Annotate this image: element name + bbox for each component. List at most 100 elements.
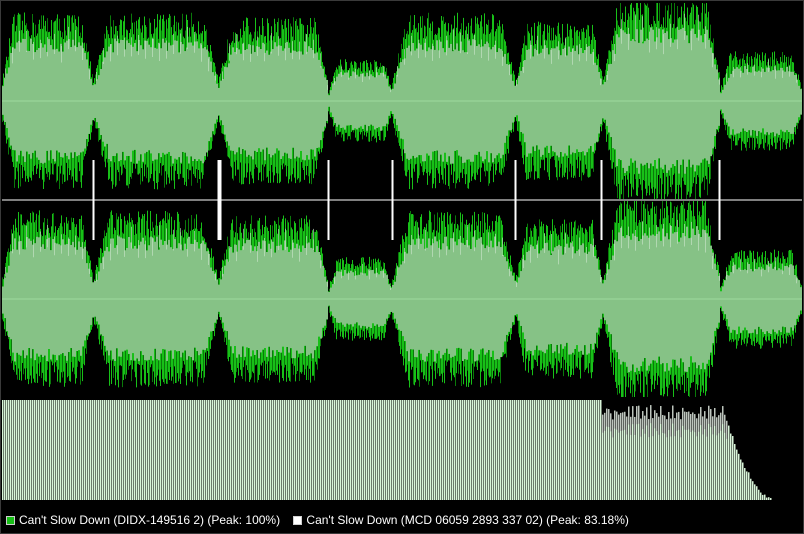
waveform-overlap-column	[212, 270, 214, 331]
histogram-bar	[190, 400, 192, 500]
histogram-bar	[452, 400, 454, 500]
waveform-overlap-column	[50, 250, 52, 360]
histogram-bar-peak	[674, 418, 676, 437]
waveform-overlap-column	[756, 71, 758, 136]
histogram-bar	[294, 400, 296, 500]
histogram-bar	[352, 400, 354, 500]
waveform-overlap-column	[466, 239, 468, 360]
histogram-bar	[514, 400, 516, 500]
waveform-overlap-column	[436, 40, 438, 151]
histogram-bar	[266, 400, 268, 500]
waveform-overlap-column	[648, 40, 650, 169]
waveform-overlap-column	[518, 75, 520, 122]
waveform-overlap-column	[304, 248, 306, 346]
histogram-bar	[48, 400, 50, 500]
histogram-bar	[402, 400, 404, 500]
histogram-bar	[188, 400, 190, 500]
waveform-overlap-column	[182, 44, 184, 152]
histogram-bar	[76, 400, 78, 500]
waveform-overlap-column	[406, 47, 408, 159]
waveform-overlap-column	[188, 42, 190, 164]
waveform-overlap-column	[30, 240, 32, 359]
waveform-overlap-column	[498, 241, 500, 360]
waveform-overlap-column	[776, 70, 778, 134]
waveform-overlap-column	[668, 239, 670, 371]
waveform-overlap-column	[714, 64, 716, 137]
histogram-bar	[96, 400, 98, 500]
histogram-bar	[322, 400, 324, 500]
waveform-comparison-panel: Can't Slow Down (DIDX-149516 2) (Peak: 1…	[0, 0, 804, 534]
waveform-overlap-column	[64, 244, 66, 356]
waveform-overlap-column	[730, 73, 732, 135]
waveform-overlap-column	[604, 279, 606, 321]
waveform-overlap-column	[528, 250, 530, 351]
waveform-overlap-column	[522, 66, 524, 134]
waveform-overlap-column	[456, 245, 458, 349]
histogram-bar	[354, 400, 356, 500]
waveform-overlap-column	[482, 46, 484, 162]
waveform-overlap-column	[124, 250, 126, 351]
waveform-overlap-column	[580, 48, 582, 153]
histogram-bar	[480, 400, 482, 500]
waveform-overlap-column	[500, 49, 502, 159]
histogram-bar-peak	[698, 413, 700, 432]
histogram-bar-peak	[640, 418, 642, 437]
waveform-overlap-column	[538, 253, 540, 351]
waveform-overlap-column	[68, 239, 70, 353]
waveform-overlap-column	[576, 251, 578, 346]
waveform-overlap-column	[108, 251, 110, 356]
waveform-overlap-column	[298, 51, 300, 158]
waveform-overlap-column	[140, 45, 142, 155]
histogram-bar	[576, 400, 578, 500]
waveform-overlap-column	[764, 71, 766, 135]
waveform-overlap-column	[728, 275, 730, 327]
waveform-overlap-column	[354, 275, 356, 324]
waveform-overlap-column	[104, 250, 106, 346]
waveform-overlap-column	[180, 41, 182, 163]
waveform-overlap-column	[324, 276, 326, 326]
histogram-bar	[276, 400, 278, 500]
waveform-overlap-column	[718, 79, 720, 126]
waveform-overlap-column	[18, 241, 20, 355]
waveform-overlap-column	[112, 52, 114, 157]
waveform-overlap-column	[494, 44, 496, 159]
waveform-overlap-column	[546, 47, 548, 146]
histogram-bar	[56, 400, 58, 500]
histogram-bar	[460, 400, 462, 500]
waveform-overlap-column	[706, 29, 708, 161]
waveform-overlap-column	[612, 255, 614, 350]
waveform-overlap-column	[138, 40, 140, 161]
waveform-overlap-column	[198, 48, 200, 160]
waveform-overlap-column	[2, 286, 4, 314]
histogram-bar-peak	[692, 412, 694, 431]
waveform-overlap-column	[740, 269, 742, 333]
waveform-overlap-column	[324, 77, 326, 127]
histogram-bar-peak	[700, 407, 702, 426]
histogram-bar	[762, 494, 764, 500]
waveform-overlap-column	[90, 276, 92, 325]
waveform-overlap-column	[246, 49, 248, 157]
waveform-overlap-column	[174, 239, 176, 351]
histogram-bar	[542, 400, 544, 500]
waveform-overlap-column	[680, 237, 682, 359]
waveform-overlap-column	[46, 239, 48, 362]
waveform-overlap-column	[148, 245, 150, 360]
histogram-bar	[416, 400, 418, 500]
histogram-bar-peak	[696, 418, 698, 437]
histogram-bar-peak	[716, 417, 718, 436]
histogram-bar	[382, 400, 384, 500]
histogram-bar	[260, 400, 262, 500]
histogram-bar	[74, 400, 76, 500]
waveform-overlap-column	[652, 29, 654, 167]
histogram-bar	[392, 400, 394, 500]
waveform-overlap-column	[188, 236, 190, 357]
waveform-overlap-column	[270, 248, 272, 358]
waveform-overlap-column	[252, 250, 254, 351]
histogram-bar	[420, 400, 422, 500]
waveform-overlap-column	[162, 38, 164, 153]
histogram-bar-peak	[606, 408, 608, 427]
histogram-bar	[398, 400, 400, 500]
waveform-overlap-column	[384, 74, 386, 127]
waveform-overlap-column	[500, 247, 502, 358]
waveform-overlap-column	[474, 247, 476, 362]
